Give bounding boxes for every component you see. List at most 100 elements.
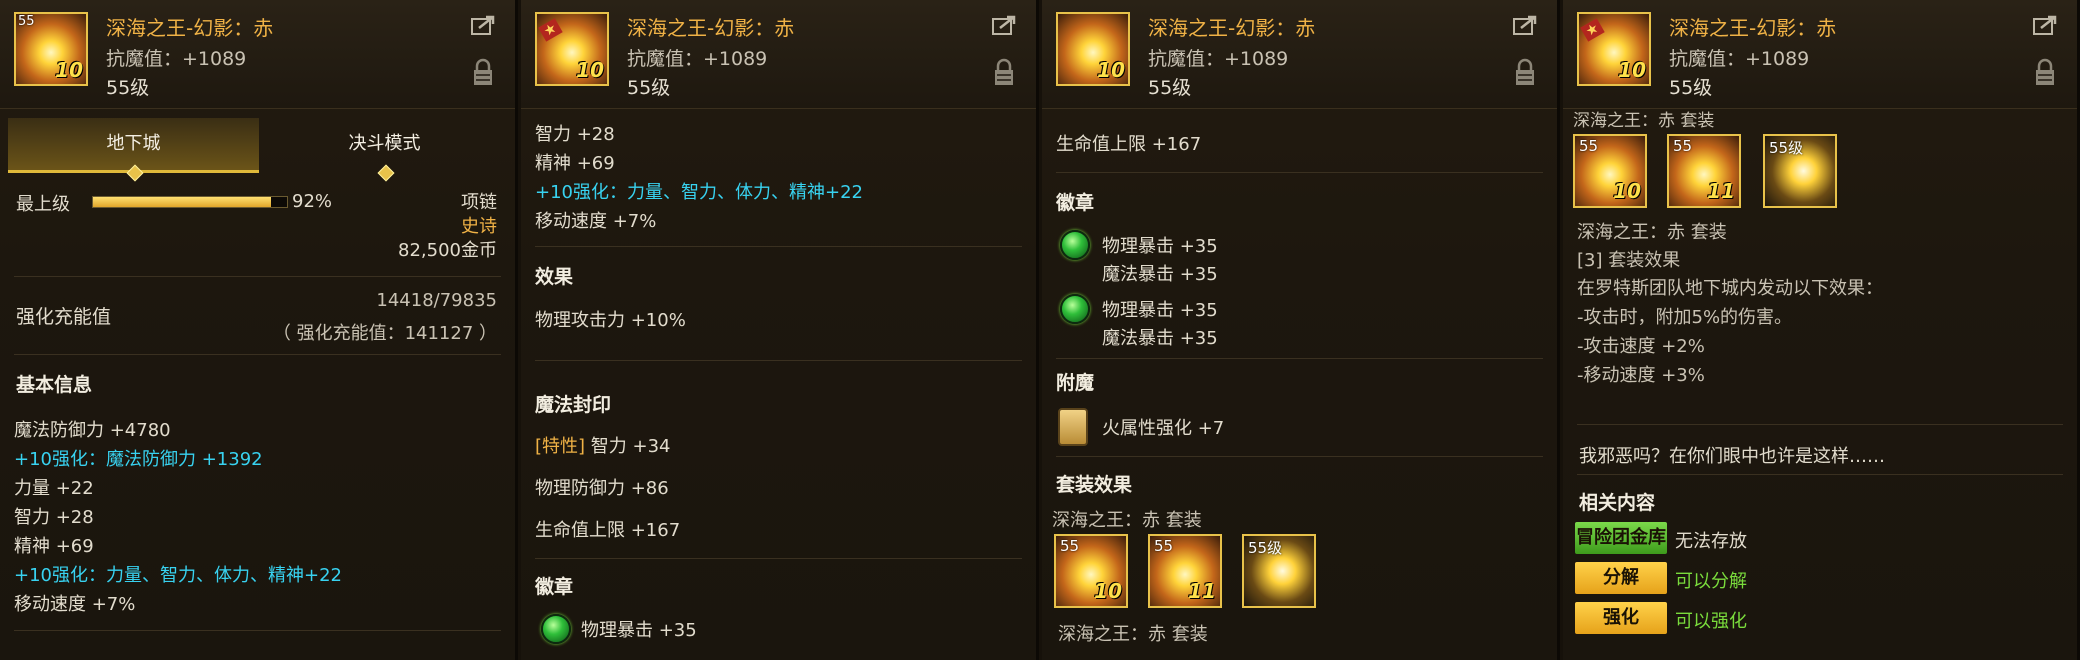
item-level: 55级 [106,77,150,99]
emblem-title: 徽章 [1056,192,1095,214]
lock-icon[interactable] [473,58,493,86]
share-icon[interactable] [471,14,497,36]
basic-info-title: 基本信息 [16,374,93,396]
charge-label: 强化充能值 [16,306,112,328]
item-header: 10 深海之王-幻影：赤 抗魔值：+1089 55级 [1042,0,1557,109]
item-name: 深海之王-幻影：赤 [1148,16,1316,40]
charge-note: （ 强化充能值：141127 ） [272,323,497,344]
seal-line: 物理防御力 +86 [535,478,669,499]
enhance-button[interactable]: 强化 [1575,602,1667,634]
divider [535,246,1022,247]
item-icon-plus: 10 [1618,58,1646,82]
tooltip-panel-4: ★ 10 深海之王-幻影：赤 抗魔值：+1089 55级 深海之王：赤 套装 5… [1563,0,2080,660]
divider [535,360,1022,361]
stat-line: 精神 +69 [535,153,615,174]
set-item-level: 55级 [1248,539,1283,557]
set-item-icon[interactable]: 55 10 [1054,534,1128,608]
enhance-status: 可以强化 [1675,611,1747,632]
seal-line: 生命值上限 +167 [535,520,681,541]
set-item-level: 55级 [1769,139,1804,157]
item-icon-plus: 10 [1097,58,1125,82]
item-level: 55级 [627,77,671,99]
trait-value: 智力 +34 [590,436,671,457]
divider [535,558,1022,559]
stat-line: 智力 +28 [535,124,615,145]
related-title: 相关内容 [1579,492,1656,514]
item-resist: 抗魔值：+1089 [1148,48,1289,70]
stat-line: 移动速度 +7% [14,594,136,615]
lock-icon[interactable] [994,58,1014,86]
share-icon[interactable] [1513,14,1539,36]
set-name: 深海之王：赤 套装 [1058,624,1208,645]
seal-trait: [特性] 智力 +34 [535,432,671,458]
set-item-level: 55 [1154,537,1174,555]
enchant-line: 火属性强化 +7 [1102,418,1225,439]
item-rarity: 史诗 [461,216,497,237]
item-name: 深海之王-幻影：赤 [1669,16,1837,40]
seal-title: 魔法封印 [535,394,612,416]
effect-title: 效果 [535,266,574,288]
tooltip-panel-1: 55 10 深海之王-幻影：赤 抗魔值：+1089 55级 地下城 决斗模式 最… [0,0,518,660]
green-emblem-icon [1060,294,1090,324]
tab-label: 决斗模式 [348,133,421,154]
tab-dungeon[interactable]: 地下城 [8,118,259,182]
emblem-line: 物理暴击 +35 [1102,236,1218,257]
ribbon-badge-icon: ★ [538,18,563,42]
item-icon: 55 10 [14,12,88,86]
charge-value: 14418/79835 [376,290,497,311]
grade-bar-fill [93,197,272,207]
item-header: 55 10 深海之王-幻影：赤 抗魔值：+1089 55级 [0,0,515,109]
set-item-plus: 10 [1094,579,1122,603]
stat-line: 精神 +69 [14,536,94,557]
stat-line: 智力 +28 [14,507,94,528]
item-level: 55级 [1669,77,1713,99]
stat-line: 移动速度 +7% [535,211,657,232]
item-header: ★ 10 深海之王-幻影：赤 抗魔值：+1089 55级 [1563,0,2077,109]
emblem-line: 魔法暴击 +35 [1102,328,1218,349]
set-item-icon[interactable]: 55级 [1763,134,1837,208]
adventure-vault-button[interactable]: 冒险团金库 [1575,522,1667,554]
item-level: 55级 [1148,77,1192,99]
set-title: 套装效果 [1056,474,1133,496]
set-item-plus: 10 [1613,179,1641,203]
enchant-title: 附魔 [1056,372,1095,394]
stat-line: +10强化：力量、智力、体力、精神+22 [14,565,342,586]
set-item-icon[interactable]: 55 11 [1667,134,1741,208]
lock-icon[interactable] [1515,58,1535,86]
disassemble-button[interactable]: 分解 [1575,562,1667,594]
set-name: 深海之王：赤 套装 [1573,111,1715,131]
ribbon-badge-icon: ★ [1580,18,1605,42]
emblem-line: 物理暴击 +35 [581,620,697,641]
green-emblem-icon [541,614,571,644]
set-item-icon[interactable]: 55 11 [1148,534,1222,608]
grade-bar [92,196,288,208]
divider [14,354,501,355]
effect-line: 物理攻击力 +10% [535,310,686,331]
share-icon[interactable] [992,14,1018,36]
item-resist: 抗魔值：+1089 [1669,48,1810,70]
set-item-icon[interactable]: 55级 [1242,534,1316,608]
divider [1577,474,2063,475]
mode-tabs: 地下城 决斗模式 [8,118,510,182]
set-item-plus: 11 [1707,179,1735,203]
share-icon[interactable] [2033,14,2059,36]
set-effect-line: -攻击时，附加5%的伤害。 [1577,307,1793,328]
set-item-level: 55 [1579,137,1599,155]
set-effect-title: [3] 套装效果 [1577,250,1681,271]
set-item-icon[interactable]: 55 10 [1573,134,1647,208]
tab-duel[interactable]: 决斗模式 [259,118,510,182]
item-price: 82,500金币 [398,240,497,261]
item-resist: 抗魔值：+1089 [106,48,247,70]
vault-status: 无法存放 [1675,531,1747,552]
divider [1056,456,1543,457]
tab-diamond-icon [377,164,394,182]
hp-line: 生命值上限 +167 [1056,134,1202,155]
set-item-level: 55 [1060,537,1080,555]
tooltip-panel-3: 10 深海之王-幻影：赤 抗魔值：+1089 55级 生命值上限 +167 徽章… [1042,0,1560,660]
set-item-plus: 11 [1188,579,1216,603]
lock-icon[interactable] [2035,58,2055,86]
item-icon-plus: 10 [55,58,83,82]
set-item-level: 55 [1673,137,1693,155]
divider [1577,424,2063,425]
set-effect-line: 在罗特斯团队地下城内发动以下效果： [1577,278,1883,299]
